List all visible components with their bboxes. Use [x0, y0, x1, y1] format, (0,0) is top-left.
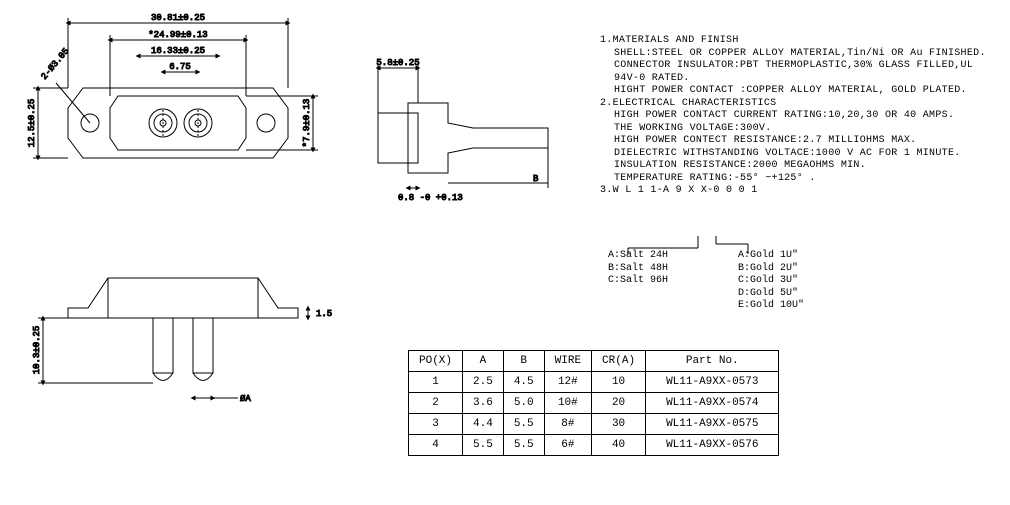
gold-b: B:Gold 2U″: [708, 263, 798, 276]
note-3-title: 3.W L 1 1-A 9 X X-0 0 0 1: [600, 185, 1000, 198]
salt-b: B:Salt 48H: [608, 263, 708, 276]
col-po: PO(X): [409, 351, 463, 372]
dim-inner-width: *24.99±0.13: [148, 30, 207, 40]
salt-c: C:Salt 96H: [608, 275, 708, 288]
note-1-title: 1.MATERIALS AND FINISH: [600, 35, 1000, 48]
note-voltage: THE WORKING VOLTAGE:300V.: [600, 123, 1000, 136]
col-a: A: [463, 351, 504, 372]
notes-block: 1.MATERIALS AND FINISH SHELL:STEEL OR CO…: [600, 35, 1000, 198]
dim-b-label: B: [533, 174, 539, 184]
dim-mount-hole: 2-Ø3.05: [39, 46, 71, 81]
dim-pitch: 6.75: [169, 62, 191, 72]
gold-d: D:Gold 5U″: [708, 288, 798, 301]
dim-height-left: 12.5±0.25: [27, 99, 37, 148]
dim-height-right: *7.9±0.13: [302, 99, 312, 148]
note-temp: TEMPERATURE RATING:-55° ~+125° .: [600, 173, 1000, 186]
dim-thickness: 0.8 -0 +0.13: [398, 193, 463, 203]
note-shell: SHELL:STEEL OR COPPER ALLOY MATERIAL,Tin…: [600, 48, 1000, 61]
col-b: B: [503, 351, 544, 372]
note-connector: CONNECTOR INSULATOR:PBT THERMOPLASTIC,30…: [600, 60, 1000, 85]
note-current: HIGH POWER CONTACT CURRENT RATING:10,20,…: [600, 110, 1000, 123]
gold-e: E:Gold 10U″: [708, 300, 804, 313]
gold-c: C:Gold 3U″: [708, 275, 798, 288]
dim-overall-width: 30.81±0.25: [151, 13, 205, 23]
col-cr: CR(A): [592, 351, 646, 372]
dim-side-top: 5.8±0.25: [376, 58, 419, 68]
table-row: 23.65.010#20WL11-A9XX-0574: [409, 393, 779, 414]
table-row: 12.54.512#10WL11-A9XX-0573: [409, 372, 779, 393]
dim-contact-spacing: 16.33±0.25: [151, 46, 205, 56]
dim-diameter-a: ØA: [240, 394, 251, 404]
table-row: 34.45.58#30WL11-A9XX-0575: [409, 414, 779, 435]
dim-lip: 1.5: [316, 309, 332, 319]
note-insulation: INSULATION RESISTANCE:2000 MEGAOHMS MIN.: [600, 160, 1000, 173]
note-2-title: 2.ELECTRICAL CHARACTERISTICS: [600, 98, 1000, 111]
code-tree: A:Salt 24HA:Gold 1U″ B:Salt 48HB:Gold 2U…: [608, 250, 804, 313]
note-dielectric: DIELECTRIC WITHSTANDING VOLTACE:1000 V A…: [600, 148, 1000, 161]
dim-depth: 10.3±0.25: [32, 326, 42, 375]
note-contact: HIGHT POWER CONTACT :COPPER ALLOY MATERI…: [600, 85, 1000, 98]
table-header-row: PO(X) A B WIRE CR(A) Part No.: [409, 351, 779, 372]
spec-table: PO(X) A B WIRE CR(A) Part No. 12.54.512#…: [408, 350, 779, 456]
table-row: 45.55.56#40WL11-A9XX-0576: [409, 435, 779, 456]
col-wire: WIRE: [544, 351, 591, 372]
col-part: Part No.: [646, 351, 779, 372]
note-resistance: HIGH POWER CONTECT RESISTANCE:2.7 MILLIO…: [600, 135, 1000, 148]
